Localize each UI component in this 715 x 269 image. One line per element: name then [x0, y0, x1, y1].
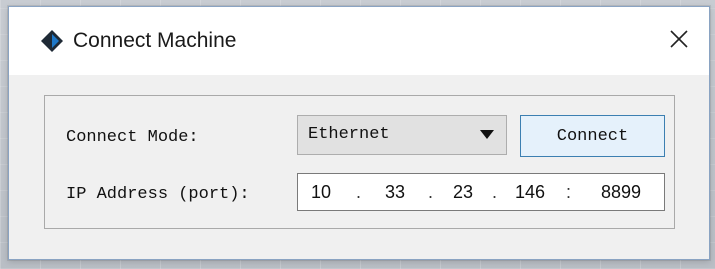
- close-button[interactable]: [661, 21, 697, 57]
- chevron-down-icon: [480, 130, 494, 139]
- ip-octet-3[interactable]: 23: [448, 182, 478, 203]
- ip-port-colon: :: [566, 182, 572, 202]
- ip-dot-2: .: [428, 182, 434, 202]
- ip-address-label: IP Address (port):: [66, 185, 250, 204]
- connect-mode-select[interactable]: Ethernet: [297, 115, 507, 155]
- ip-dot-3: .: [492, 182, 498, 202]
- ip-port[interactable]: 8899: [598, 182, 644, 203]
- close-icon: [670, 30, 688, 48]
- window-title: Connect Machine: [73, 29, 237, 52]
- connect-mode-label: Connect Mode:: [66, 128, 199, 147]
- connect-mode-value: Ethernet: [308, 125, 390, 144]
- ip-octet-4[interactable]: 146: [510, 182, 550, 203]
- title-bar[interactable]: Connect Machine: [9, 7, 709, 75]
- connect-machine-dialog: Connect Machine Connect Mode: Ethernet C…: [8, 6, 710, 260]
- connect-button[interactable]: Connect: [520, 115, 665, 157]
- ip-dot-1: .: [356, 182, 362, 202]
- ip-octet-1[interactable]: 10: [308, 182, 334, 203]
- app-logo-icon: [41, 30, 63, 52]
- ip-address-field[interactable]: 10 . 33 . 23 . 146 : 8899: [297, 173, 665, 211]
- ip-octet-2[interactable]: 33: [380, 182, 410, 203]
